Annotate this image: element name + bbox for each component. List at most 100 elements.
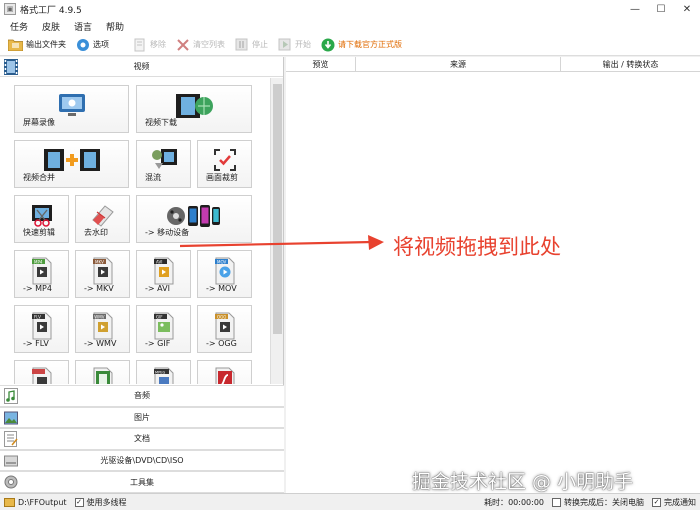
close-icon[interactable]: ✕	[674, 0, 700, 18]
to-avi-tile[interactable]: AVI -> AVI	[136, 250, 191, 298]
category-video[interactable]: 视频	[0, 57, 283, 77]
after-convert-checkbox[interactable]: 转换完成后：关闭电脑	[552, 497, 644, 508]
menu-help[interactable]: 帮助	[106, 20, 124, 33]
toolset-icon	[4, 474, 18, 490]
menu-skin[interactable]: 皮肤	[42, 20, 60, 33]
download-official-link[interactable]: 请下载官方正式版	[320, 37, 402, 52]
menu-language[interactable]: 语言	[74, 20, 92, 33]
stop-icon	[234, 37, 249, 52]
elapsed-label: 耗时：	[484, 497, 509, 507]
to-ogg-tile[interactable]: OGG -> OGG	[197, 305, 252, 353]
format-tile-row6-4[interactable]	[197, 360, 252, 384]
multithread-check-icon: ✓	[74, 497, 84, 507]
column-source[interactable]: 来源	[356, 57, 561, 71]
format-tile-row6-3[interactable]: MPEG	[136, 360, 191, 384]
category-rom-device-label: 光驱设备\DVD\CD\ISO	[100, 456, 184, 466]
remove-label: 移除	[150, 40, 166, 49]
category-document[interactable]: 文档	[0, 428, 284, 450]
download-icon	[320, 37, 335, 52]
to-ogg-label: -> OGG	[206, 339, 237, 348]
status-bar: D:\FFOutput ✓ 使用多线程 耗时： 00:00:00 转换完成后：关…	[0, 493, 700, 510]
scrollbar-thumb[interactable]	[273, 84, 282, 334]
mpeg-file-icon: MPEG	[153, 367, 175, 384]
download-official-label: 请下载官方正式版	[338, 40, 402, 49]
document-icon	[4, 431, 18, 448]
screen-record-label: 屏幕录像	[23, 118, 55, 127]
multithread-checkbox[interactable]: ✓ 使用多线程	[74, 497, 127, 508]
crop-tile[interactable]: 画面裁剪	[197, 140, 252, 188]
remove-icon	[132, 37, 147, 52]
minimize-icon[interactable]: —	[622, 0, 648, 18]
notify-checkbox[interactable]: ✓ 完成通知	[652, 497, 696, 508]
column-output-status[interactable]: 输出 / 转换状态	[561, 57, 700, 71]
to-mkv-tile[interactable]: MKV -> MKV	[75, 250, 130, 298]
clear-list-button[interactable]: 清空列表	[175, 37, 225, 52]
start-button[interactable]: 开始	[277, 37, 311, 52]
category-rom-device[interactable]: 光驱设备\DVD\CD\ISO	[0, 449, 284, 472]
video-merge-tile[interactable]: 视频合并	[14, 140, 129, 188]
window-title: 格式工厂 4.9.5	[20, 5, 82, 16]
clear-list-label: 清空列表	[193, 40, 225, 49]
to-avi-label: -> AVI	[145, 284, 170, 293]
stop-label: 停止	[252, 40, 268, 49]
start-label: 开始	[295, 40, 311, 49]
swf-file-icon	[214, 367, 236, 384]
film-icon	[4, 59, 18, 75]
stop-button[interactable]: 停止	[234, 37, 268, 52]
to-flv-tile[interactable]: FLV -> FLV	[14, 305, 69, 353]
wmv-badge: WMV	[94, 314, 104, 319]
to-wmv-label: -> WMV	[84, 339, 117, 348]
category-toolset[interactable]: 工具集	[0, 471, 284, 493]
to-wmv-tile[interactable]: WMV -> WMV	[75, 305, 130, 353]
task-list-panel[interactable]: 预览 来源 输出 / 转换状态	[286, 57, 700, 493]
watermark-text: 掘金技术社区 @ 小明助手	[412, 471, 634, 493]
start-icon	[277, 37, 292, 52]
notify-check-icon: ✓	[652, 497, 661, 507]
output-folder-label: 输出文件夹	[26, 40, 66, 49]
notify-label: 完成通知	[664, 497, 696, 507]
format-tile-row6-1[interactable]	[14, 360, 69, 384]
output-path[interactable]: D:\FFOutput	[4, 497, 67, 507]
music-note-icon	[4, 388, 18, 404]
mp4-badge: MP4	[34, 259, 43, 264]
mux-tile[interactable]: 混流	[136, 140, 191, 188]
category-picture[interactable]: 图片	[0, 406, 284, 429]
flv-badge: FLV	[34, 314, 41, 319]
options-button[interactable]: 选项	[75, 37, 109, 52]
video-file-icon	[92, 367, 114, 384]
to-mp4-tile[interactable]: MP4 -> MP4	[14, 250, 69, 298]
maximize-icon[interactable]: ☐	[648, 0, 674, 18]
column-preview[interactable]: 预览	[286, 57, 356, 71]
toolbar: 输出文件夹 选项 移除 清空列表 停止 开始 请下载官方正式版	[0, 34, 700, 56]
to-mov-tile[interactable]: MOV -> MOV	[197, 250, 252, 298]
elapsed-time: 耗时： 00:00:00	[484, 497, 544, 508]
format-tile-row6-2[interactable]	[75, 360, 130, 384]
output-path-label: D:\FFOutput	[18, 497, 67, 507]
to-gif-label: -> GIF	[145, 339, 171, 348]
video-merge-label: 视频合并	[23, 173, 55, 182]
menu-bar: 任务 皮肤 语言 帮助	[0, 18, 700, 34]
ogg-badge: OGG	[217, 314, 226, 319]
folder-icon	[8, 37, 23, 52]
tool-grid-scrollbar[interactable]	[270, 78, 283, 384]
to-gif-tile[interactable]: GIF -> GIF	[136, 305, 191, 353]
clear-icon	[175, 37, 190, 52]
mov-badge: MOV	[217, 259, 227, 264]
menu-task[interactable]: 任务	[10, 20, 28, 33]
output-folder-button[interactable]: 输出文件夹	[8, 37, 66, 52]
video-download-tile[interactable]: 视频下载	[136, 85, 252, 133]
fast-cut-tile[interactable]: 快速剪辑	[14, 195, 69, 243]
output-folder-status-icon	[4, 497, 15, 507]
to-flv-label: -> FLV	[23, 339, 49, 348]
category-toolset-label: 工具集	[130, 477, 154, 487]
crop-label: 画面裁剪	[206, 173, 238, 182]
to-mov-label: -> MOV	[206, 284, 237, 293]
task-list-header: 预览 来源 输出 / 转换状态	[286, 57, 700, 72]
mpeg-badge: MPEG	[155, 370, 166, 374]
screen-record-tile[interactable]: 屏幕录像	[14, 85, 129, 133]
picture-icon	[4, 410, 18, 426]
category-audio[interactable]: 音频	[0, 385, 284, 407]
remove-button[interactable]: 移除	[132, 37, 166, 52]
remove-watermark-tile[interactable]: 去水印	[75, 195, 130, 243]
title-bar: ▣ 格式工厂 4.9.5 — ☐ ✕	[0, 0, 700, 18]
